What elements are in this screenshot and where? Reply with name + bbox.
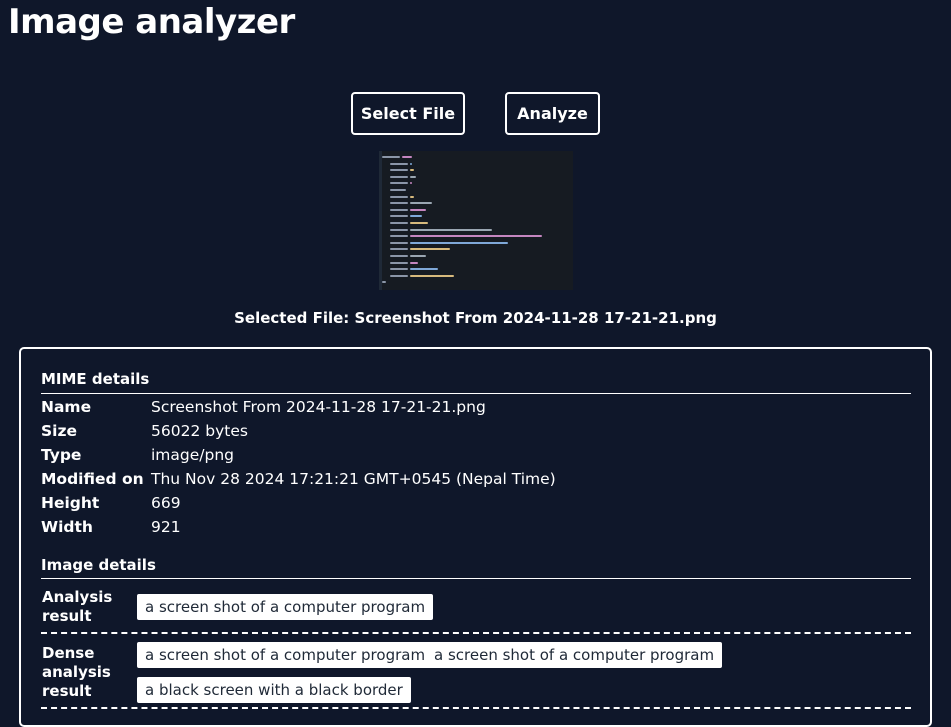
select-file-button[interactable]: Select File: [351, 92, 465, 135]
preview-code-token: [410, 241, 508, 244]
preview-code-token: [410, 222, 428, 224]
image-divider: [41, 578, 911, 579]
preview-code-line: [390, 215, 408, 218]
preview-code-line: [390, 255, 408, 257]
preview-code-token: [410, 202, 432, 205]
mime-value: 669: [151, 494, 181, 512]
mime-value: 921: [151, 518, 181, 536]
preview-code-line: [390, 235, 408, 238]
preview-code-token: [410, 208, 426, 211]
preview-code-line: [390, 241, 408, 244]
mime-value: 56022 bytes: [151, 422, 248, 440]
mime-row-width: Width 921: [41, 515, 181, 539]
preview-gutter: [379, 151, 382, 290]
preview-code-token: [410, 182, 412, 185]
preview-code-line: [390, 228, 408, 231]
preview-code-token: [410, 248, 450, 251]
dense-chip: a screen shot of a computer program: [426, 642, 723, 668]
page-title: Image analyzer: [8, 2, 295, 42]
preview-code-token: [410, 215, 422, 218]
preview-code-line: [382, 281, 386, 284]
preview-code-token: [410, 162, 412, 165]
mime-key: Size: [41, 422, 78, 440]
preview-code-line: [382, 156, 400, 158]
mime-row-type: Type image/png: [41, 443, 234, 467]
mime-row-height: Height 669: [41, 491, 181, 515]
dense-analysis-result-label: Dense analysis result: [42, 644, 111, 700]
preview-code-token: [410, 175, 416, 178]
analysis-result-label: Analysis result: [42, 588, 113, 625]
mime-row-name: Name Screenshot From 2024-11-28 17-21-21…: [41, 395, 486, 419]
image-heading: Image details: [41, 556, 156, 574]
analysis-chip: a screen shot of a computer program: [137, 594, 434, 620]
preview-code-token: [410, 261, 418, 264]
preview-code-token: [410, 268, 438, 271]
preview-code-line: [390, 175, 408, 178]
result-divider: [41, 632, 911, 634]
preview-code-token: [410, 235, 542, 238]
dense-chip: a black screen with a black border: [137, 677, 411, 703]
preview-code-token: [410, 195, 414, 198]
mime-key: Name: [41, 398, 92, 416]
preview-code-line: [390, 274, 408, 277]
mime-key: Modified on: [41, 470, 144, 488]
preview-code-line: [390, 268, 408, 271]
mime-key: Width: [41, 518, 93, 536]
preview-code-token: [410, 255, 426, 257]
mime-value: Screenshot From 2024-11-28 17-21-21.png: [151, 398, 486, 416]
preview-code-line: [390, 248, 408, 251]
mime-value: Thu Nov 28 2024 17:21:21 GMT+0545 (Nepal…: [151, 470, 556, 488]
preview-code-token: [402, 156, 412, 158]
image-preview: [379, 151, 573, 290]
mime-key: Type: [41, 446, 82, 464]
mime-heading: MIME details: [41, 370, 150, 388]
preview-code-line: [390, 195, 408, 198]
preview-code-line: [390, 162, 408, 165]
preview-code-line: [390, 182, 408, 185]
mime-row-size: Size 56022 bytes: [41, 419, 248, 443]
preview-code-token: [410, 169, 414, 172]
preview-code-token: [410, 274, 454, 277]
mime-key: Height: [41, 494, 100, 512]
selected-file-label: Selected File: Screenshot From 2024-11-2…: [234, 309, 717, 327]
preview-code-line: [390, 189, 406, 191]
preview-code-token: [410, 228, 492, 231]
details-panel: MIME details Name Screenshot From 2024-1…: [19, 347, 932, 727]
mime-row-modified: Modified on Thu Nov 28 2024 17:21:21 GMT…: [41, 467, 556, 491]
preview-code-line: [390, 169, 408, 172]
preview-code-line: [390, 202, 408, 205]
analyze-button[interactable]: Analyze: [505, 92, 600, 135]
preview-code-line: [390, 261, 408, 264]
mime-divider: [41, 393, 911, 394]
mime-value: image/png: [151, 446, 235, 464]
preview-code-line: [390, 222, 408, 224]
preview-code-line: [390, 208, 408, 211]
dense-chip: a screen shot of a computer program: [137, 642, 434, 668]
